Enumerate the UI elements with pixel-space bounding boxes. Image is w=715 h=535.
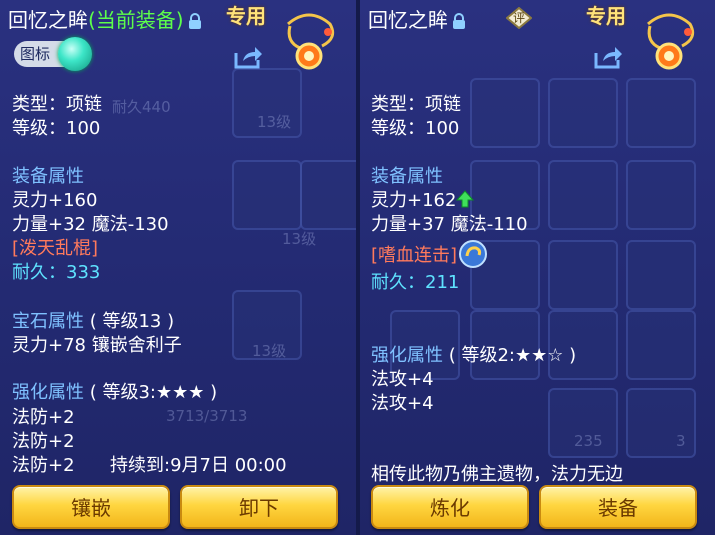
gem-attr-row: 宝石属性 ( 等级13 ): [12, 307, 174, 333]
item-name: 回忆之眸: [368, 8, 448, 32]
enhance-attr-header: 强化属性: [371, 345, 443, 366]
durability-label: 耐久：: [12, 262, 66, 283]
unequip-button[interactable]: 卸下: [180, 485, 338, 529]
bg-slot: [232, 160, 302, 230]
exclusive-label: 专用: [226, 4, 266, 28]
spirit-stat: 灵力+160: [12, 190, 98, 211]
lock-icon: [453, 13, 465, 29]
bg-durability: 耐久440: [112, 98, 171, 116]
gem-attr: 灵力+78 镶嵌舍利子: [12, 335, 182, 356]
appraise-label: 评: [513, 11, 526, 25]
share-icon[interactable]: [233, 44, 263, 70]
icon-toggle-label: 图标: [20, 45, 51, 63]
durability: 耐久：333: [12, 258, 100, 284]
equip-attr-header: 装备属性: [12, 166, 84, 187]
enhance-stat: 法防+2: [12, 431, 75, 452]
toggle-orb-icon: [58, 37, 92, 71]
enhance-attr-header: 强化属性: [12, 382, 84, 403]
item-type: 类型：项链: [12, 94, 102, 115]
item-type: 类型：项链: [371, 94, 461, 115]
bg-hp: 3713/3713: [166, 407, 248, 425]
appraise-badge[interactable]: 评: [505, 6, 533, 30]
item-name: 回忆之眸: [8, 8, 88, 32]
durability-value: 211: [425, 272, 460, 293]
bg-slot: [626, 78, 696, 148]
special-skill: [嗜血连击]: [371, 245, 458, 266]
bg-level-tag: 13级: [257, 113, 292, 131]
bg-slot: [548, 240, 618, 310]
enhance-level: ( 等级3:★★★ ): [89, 382, 218, 403]
bg-level-tag: 13级: [282, 230, 317, 248]
durability: 耐久：211: [371, 268, 459, 294]
current-equip-tag: (当前装备): [88, 8, 184, 32]
bg-slot: [548, 78, 618, 148]
necklace-icon: [647, 13, 695, 70]
icon-toggle[interactable]: 图标: [14, 37, 92, 71]
enhance-level: ( 等级2:★★☆ ): [448, 345, 577, 366]
enhance-duration: 持续到:9月7日 00:00: [110, 455, 287, 476]
bg-slot: [470, 78, 540, 148]
bg-count: 235: [574, 432, 603, 450]
item-level: 等级：100: [12, 118, 101, 139]
strength-magic-stat: 力量+37 魔法-110: [371, 214, 528, 235]
strength-magic-stat: 力量+32 魔法-130: [12, 214, 169, 235]
item-description: 相传此物乃佛主遗物，法力无边: [371, 464, 623, 482]
item-level: 等级：100: [371, 118, 460, 139]
special-skill: [泼天乱棍]: [12, 238, 99, 259]
special-skill-row: [嗜血连击]: [371, 240, 488, 268]
enhance-stat: 法攻+4: [371, 393, 434, 414]
gem-attr-header: 宝石属性: [12, 311, 84, 332]
bg-slot: [626, 310, 696, 380]
gem-level: ( 等级13 ): [89, 311, 175, 332]
item-title: 回忆之眸(当前装备): [8, 4, 202, 33]
necklace-icon: [287, 13, 335, 70]
inlay-button[interactable]: 镶嵌: [12, 485, 170, 529]
equip-attr-header: 装备属性: [371, 166, 443, 187]
compare-equipment-tooltip: 235 3 回忆之眸 评 专用 类型：项链 等级：100 装备属性 灵力+162…: [360, 0, 715, 535]
description-scroll[interactable]: 相传此物乃佛主遗物，法力无边: [370, 460, 710, 482]
bg-slot: [626, 160, 696, 230]
durability-label: 耐久：: [371, 272, 425, 293]
equip-button[interactable]: 装备: [539, 485, 697, 529]
bg-level-tag: 13级: [252, 342, 287, 360]
enhance-stat: 法攻+4: [371, 369, 434, 390]
bg-count: 3: [676, 432, 686, 450]
enhance-attr-row: 强化属性 ( 等级3:★★★ ): [12, 378, 217, 404]
lock-icon: [188, 13, 201, 29]
skill-swirl-icon[interactable]: [459, 240, 488, 268]
current-equipment-tooltip: 13级 13级 13级 3713/3713 耐久440 回忆之眸(当前装备) 专…: [0, 0, 356, 535]
enhance-attr-row: 强化属性 ( 等级2:★★☆ ): [371, 341, 576, 367]
exclusive-label: 专用: [586, 4, 626, 28]
enhance-stat: 法防+2: [12, 407, 75, 428]
spirit-stat: 灵力+162: [371, 190, 457, 211]
spirit-stat-row: 灵力+162: [371, 186, 475, 212]
bg-slot: [548, 160, 618, 230]
arrow-up-icon: [456, 190, 475, 208]
durability-value: 333: [66, 262, 101, 283]
item-title: 回忆之眸: [368, 4, 466, 33]
refine-button[interactable]: 炼化: [371, 485, 529, 529]
bg-slot: [300, 160, 356, 230]
bg-slot: [626, 240, 696, 310]
enhance-stat: 法防+2: [12, 455, 75, 476]
share-icon[interactable]: [593, 44, 623, 70]
